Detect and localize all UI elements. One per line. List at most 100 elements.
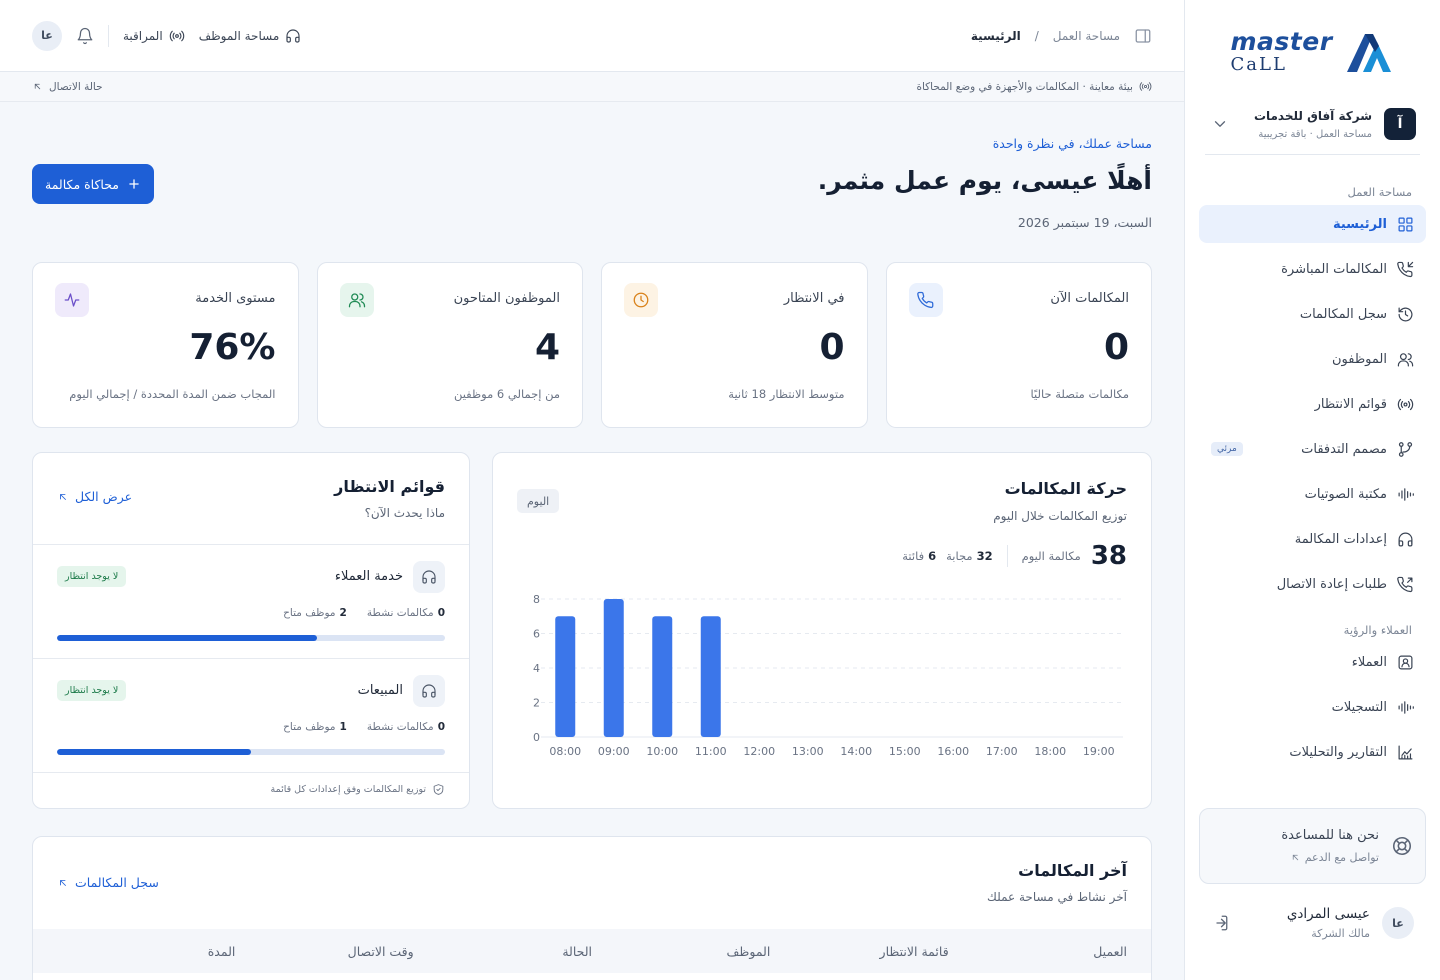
sidebar-item-audio-library[interactable]: مكتبة الصوتيات [1199, 475, 1426, 513]
sidebar-item-reports[interactable]: التقارير والتحليلات [1199, 733, 1426, 771]
column-header[interactable]: المدة [57, 944, 236, 959]
sidebar: master CaLL آ شركة آفاق للخدمات مساحة ال… [1184, 0, 1440, 980]
stat-label: في الانتظار [783, 291, 845, 306]
monitoring-label: المراقبة [123, 28, 163, 43]
support-link[interactable]: تواصل مع الدعم [1281, 851, 1379, 864]
headphones-icon [413, 561, 445, 593]
sidebar-item-label: التسجيلات [1331, 699, 1387, 715]
sidebar-item-agents[interactable]: الموظفون [1199, 340, 1426, 378]
recent-calls-table-header: العميل قائمة الانتظار الموظف الحالة وقت … [33, 929, 1151, 973]
available-agents-label: موظف متاح [283, 607, 336, 619]
sidebar-item-customers[interactable]: العملاء [1199, 643, 1426, 681]
user-name: عيسى المرادي [1286, 906, 1370, 922]
sidebar-item-recordings[interactable]: التسجيلات [1199, 688, 1426, 726]
brand-logo[interactable]: master CaLL [1199, 0, 1426, 100]
x-tick-label: 18:00 [1034, 745, 1066, 758]
sidebar-item-call-log[interactable]: سجل المكالمات [1199, 295, 1426, 333]
support-title: نحن هنا للمساعدة [1281, 828, 1379, 843]
sidebar-item-live-calls[interactable]: المكالمات المباشرة [1199, 250, 1426, 288]
sidebar-item-home[interactable]: الرئيسية [1199, 205, 1426, 243]
chevron-down-icon[interactable] [1211, 115, 1229, 133]
user-role: مالك الشركة [1311, 927, 1370, 940]
column-header[interactable]: وقت الاتصال [235, 944, 414, 959]
dashboard-row: حركة المكالمات توزيع المكالمات خلال اليو… [32, 452, 1152, 809]
sidebar-toggle-icon[interactable] [1134, 27, 1152, 45]
stat-hint: مكالمات متصلة حاليًا [1030, 387, 1129, 401]
total-calls-value: 38 [1090, 541, 1127, 571]
stat-label: المكالمات الآن [1050, 291, 1129, 306]
chart-icon [1398, 745, 1413, 759]
clock-icon [624, 283, 658, 317]
simulate-call-button[interactable]: محاكاة مكالمة [32, 164, 154, 204]
welcome-header: مساحة عملك، في نظرة واحدة أهلًا عيسى، يو… [32, 102, 1152, 262]
view-all-label: عرض الكل [75, 489, 133, 504]
nav-customers: العملاء التسجيلات التقارير والتحليلات [1199, 643, 1426, 771]
call-log-link[interactable]: سجل المكالمات [57, 875, 159, 890]
org-switcher[interactable]: آ شركة آفاق للخدمات مساحة العمل · باقة ت… [1205, 100, 1420, 155]
divider [108, 24, 109, 47]
period-filter[interactable]: اليوم [517, 489, 560, 513]
breadcrumb-separator: / [1034, 28, 1039, 43]
available-agents-value: 2 [339, 607, 347, 619]
stat-value: 76% [189, 327, 276, 368]
environment-notice: بيئة معاينة · المكالمات والأجهزة في وضع … [916, 80, 1152, 93]
sidebar-item-label: مصمم التدفقات [1301, 441, 1387, 457]
x-tick-label: 12:00 [743, 745, 775, 758]
y-tick-label: 6 [533, 628, 540, 641]
y-tick-label: 8 [533, 593, 540, 606]
environment-text: بيئة معاينة · المكالمات والأجهزة في وضع … [916, 80, 1133, 93]
y-tick-label: 2 [533, 697, 540, 710]
queue-load-fill [57, 749, 251, 755]
breadcrumb-current: الرئيسية [970, 28, 1021, 43]
history-icon [1398, 307, 1413, 321]
sidebar-item-callback-requests[interactable]: طلبات إعادة الاتصال [1199, 565, 1426, 603]
column-header[interactable]: الحالة [414, 944, 592, 959]
org-badge: آ [1384, 108, 1416, 140]
broadcast-icon [169, 30, 184, 41]
lifebuoy-icon [1392, 836, 1412, 856]
flow-icon [1398, 441, 1413, 457]
agent-space-link[interactable]: مساحة الموظف [199, 28, 302, 44]
queue-meta: 0مكالمات نشطة 1موظف متاح [283, 721, 445, 733]
call-log-link-label: سجل المكالمات [75, 875, 159, 890]
active-calls-value: 0 [437, 607, 445, 619]
avatar[interactable]: عا [32, 20, 62, 51]
x-tick-label: 14:00 [840, 745, 872, 758]
column-header[interactable]: قائمة الانتظار [770, 944, 949, 959]
contact-icon [1398, 655, 1413, 669]
sidebar-item-call-settings[interactable]: إعدادات المكالمة [1199, 520, 1426, 558]
sidebar-item-flow-designer[interactable]: مصمم التدفقات مرئي [1199, 430, 1426, 468]
phone-incoming-icon [1397, 261, 1414, 277]
queue-item-customer-service[interactable]: خدمة العملاء لا يوجد انتظار 0مكالمات نشط… [33, 545, 469, 659]
connection-status-link[interactable]: حالة الاتصال [32, 81, 103, 93]
logout-icon[interactable] [1211, 914, 1229, 932]
logo-mark-icon [1346, 34, 1391, 72]
monitoring-link[interactable]: المراقبة [123, 28, 185, 44]
queue-item-sales[interactable]: المبيعات لا يوجد انتظار 0مكالمات نشطة 1م… [33, 659, 469, 773]
stat-value: 0 [819, 327, 845, 368]
support-card[interactable]: نحن هنا للمساعدة تواصل مع الدعم [1199, 808, 1426, 884]
chart-bar [603, 599, 624, 737]
sidebar-item-queues[interactable]: قوائم الانتظار [1199, 385, 1426, 423]
avatar: عا [1382, 907, 1414, 939]
headphones-icon [413, 675, 445, 707]
arrow-up-left-icon [60, 493, 66, 500]
stats-row: المكالمات الآن 0 مكالمات متصلة حاليًا في… [32, 262, 1152, 428]
queue-meta: 0مكالمات نشطة 2موظف متاح [283, 607, 445, 619]
stat-hint: المجاب ضمن المدة المحددة / إجمالي اليوم [69, 387, 276, 401]
view-all-queues-link[interactable]: عرض الكل [57, 489, 132, 504]
queue-load-bar [57, 749, 445, 755]
bell-icon[interactable] [76, 27, 94, 45]
shield-check-icon [433, 783, 444, 795]
card-title: قوائم الانتظار [334, 477, 445, 496]
nav-workspace: الرئيسية المكالمات المباشرة سجل المكالما… [1199, 205, 1426, 603]
x-tick-label: 15:00 [889, 745, 921, 758]
page-title: أهلًا عيسى، يوم عمل مثمر. [817, 166, 1152, 195]
column-header[interactable]: العميل [949, 944, 1127, 959]
user-profile[interactable]: عا عيسى المرادي مالك الشركة [1199, 906, 1426, 940]
users-icon [339, 283, 374, 317]
breadcrumb-workspace[interactable]: مساحة العمل [1053, 29, 1120, 43]
queue-list: خدمة العملاء لا يوجد انتظار 0مكالمات نشط… [33, 544, 469, 773]
broadcast-icon [1397, 398, 1414, 410]
column-header[interactable]: الموظف [592, 944, 770, 959]
